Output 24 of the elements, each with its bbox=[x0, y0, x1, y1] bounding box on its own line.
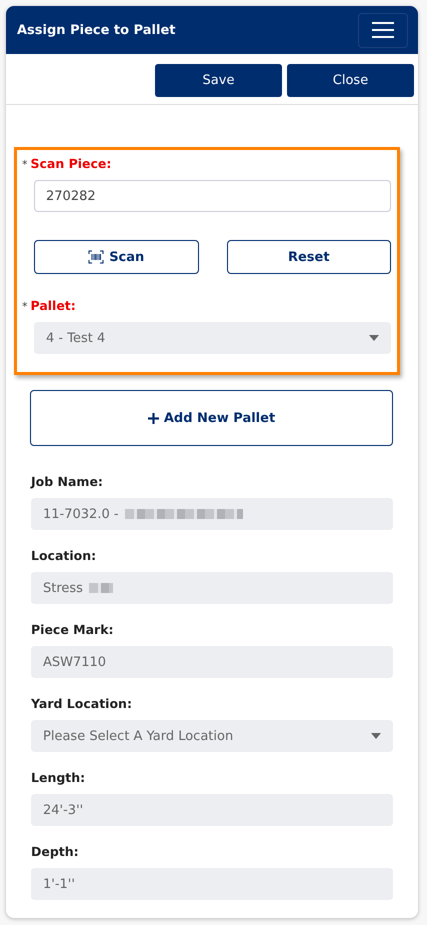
blurred-text bbox=[88, 582, 113, 593]
barcode-icon bbox=[88, 250, 104, 264]
menu-icon bbox=[372, 22, 394, 38]
plus-icon bbox=[148, 412, 159, 424]
caret-icon bbox=[371, 733, 381, 739]
page-title: Assign Piece to Pallet bbox=[17, 22, 176, 38]
add-pallet-button[interactable]: Add New Pallet bbox=[30, 390, 393, 446]
field-label: Piece Mark: bbox=[31, 622, 114, 637]
field-label: Length: bbox=[31, 770, 86, 785]
field-label: Location: bbox=[31, 548, 96, 563]
menu-button[interactable] bbox=[358, 12, 408, 48]
text-field[interactable]: 270282 bbox=[34, 180, 391, 212]
required-mark: * bbox=[22, 300, 28, 313]
field-label: Yard Location: bbox=[31, 696, 132, 711]
field-label: Scan Piece: bbox=[30, 156, 112, 171]
close-button[interactable]: Close bbox=[287, 64, 414, 97]
save-button[interactable]: Save bbox=[155, 64, 282, 97]
scan-button[interactable]: Scan bbox=[34, 240, 198, 274]
field-label: Job Name: bbox=[31, 474, 103, 489]
reset-button[interactable]: Reset bbox=[226, 240, 391, 274]
caret-icon bbox=[369, 335, 379, 341]
field-label: Pallet: bbox=[30, 298, 76, 313]
required-mark: * bbox=[22, 158, 28, 171]
field-label: Depth: bbox=[31, 844, 79, 859]
